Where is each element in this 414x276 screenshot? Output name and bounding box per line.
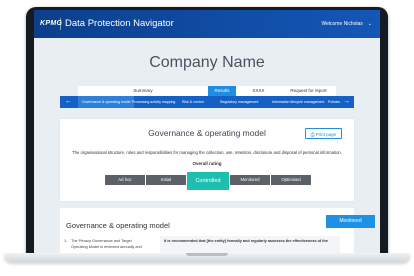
card-description: The organisational structure, roles and … (72, 150, 342, 155)
rating-optimised: Optimised (271, 175, 311, 185)
app-title: Data Protection Navigator (65, 18, 174, 29)
print-button[interactable]: ⎙ Print page (305, 128, 342, 139)
tab-results[interactable]: Results (208, 86, 236, 96)
rating-initial: Initial (146, 175, 186, 185)
subnav-governance[interactable]: Governance & operating model (78, 96, 135, 108)
rating-controlled: Controlled (187, 172, 229, 190)
arrow-right-icon[interactable]: → (343, 98, 350, 106)
recommendation-text: It is recommended that [the entity] form… (160, 236, 340, 253)
print-label: Print page (315, 132, 337, 137)
rating-monitored: Monitored (230, 175, 270, 185)
subnav-processing[interactable]: Processing activity mapping (132, 96, 175, 108)
screen: KPMG Data Protection Navigator Welcome N… (34, 10, 380, 253)
app-header: KPMG Data Protection Navigator Welcome N… (34, 10, 380, 38)
kpmg-logo[interactable]: KPMG (40, 20, 62, 27)
finding-number: 1. (64, 239, 68, 243)
subnav-policies[interactable]: Policies (328, 96, 340, 108)
overall-rating-label: Overall rating (192, 161, 222, 166)
company-name: Company Name (149, 54, 265, 71)
tab-xxxx[interactable]: XXXX (236, 86, 281, 96)
subnav-regulatory[interactable]: Regulatory management (220, 96, 258, 108)
monitored-button[interactable]: Monitored (326, 215, 375, 228)
detail-panel: Governance & operating model Monitored 1… (60, 208, 375, 253)
user-greeting: Welcome Nicholas (321, 21, 363, 27)
subnav-risk[interactable]: Risk & control (182, 96, 204, 108)
rating-ad-hoc: Ad hoc (105, 175, 145, 185)
laptop-notch (186, 253, 228, 256)
finding-text-line2: Operating Model is reviewed annually and (71, 244, 142, 249)
printer-icon: ⎙ (310, 132, 315, 137)
detail-title: Governance & operating model (66, 221, 170, 230)
rating-card: Governance & operating model ⎙ Print pag… (60, 119, 354, 201)
user-menu[interactable]: Welcome Nicholas ⌄ (321, 21, 372, 27)
tab-request-report[interactable]: Request for report (281, 86, 336, 96)
arrow-left-icon[interactable]: ← (65, 98, 72, 106)
tab-summary[interactable]: Summary (78, 86, 208, 96)
header-divider (60, 18, 61, 30)
main-tabs: Summary Results XXXX Request for report (78, 86, 336, 96)
finding-item: 1. The Privacy Governance and Target Ope… (64, 239, 164, 250)
section-nav: ← Governance & operating model Processin… (60, 96, 354, 108)
chevron-down-icon: ⌄ (367, 21, 372, 27)
subnav-lifecycle[interactable]: Information lifecycle management (272, 96, 324, 108)
